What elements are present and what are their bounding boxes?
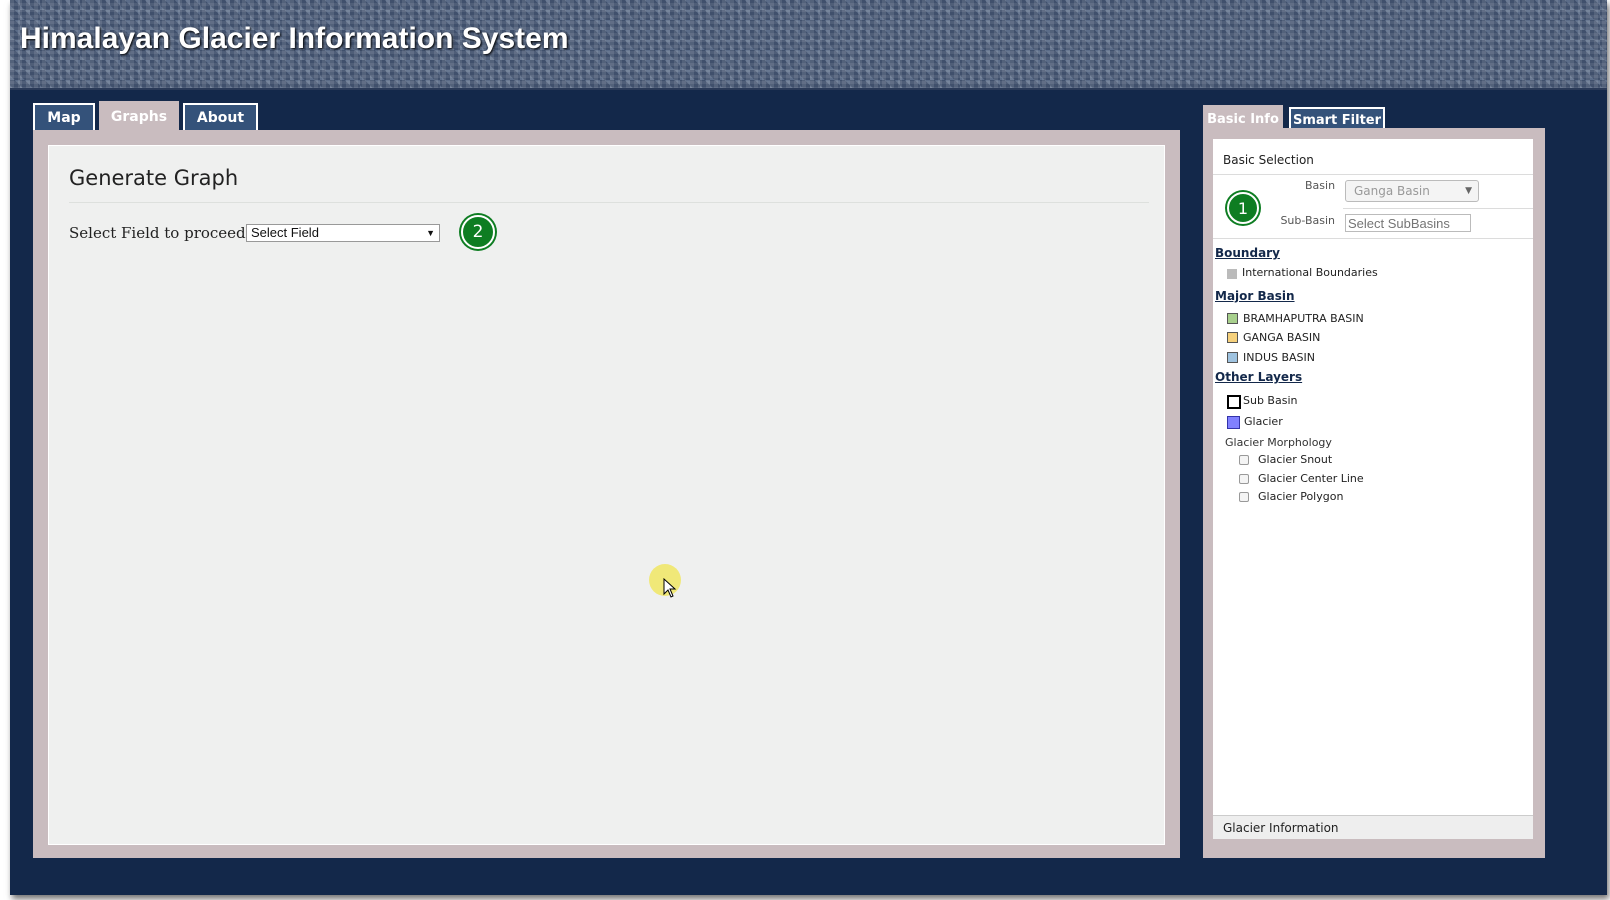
- legend-item-label: INDUS BASIN: [1243, 351, 1315, 364]
- app-title: Himalayan Glacier Information System: [20, 22, 569, 55]
- legend-item-label: International Boundaries: [1242, 266, 1378, 279]
- legend-item-label: Sub Basin: [1243, 393, 1298, 407]
- basin-select[interactable]: Ganga Basin ▼: [1345, 180, 1479, 202]
- checkbox-label: Glacier Polygon: [1258, 490, 1344, 503]
- checkbox-label: Glacier Snout: [1258, 453, 1333, 466]
- major-basin-heading: Major Basin: [1215, 289, 1295, 303]
- main-panel: Generate Graph Select Field to proceed :…: [33, 130, 1180, 858]
- glacier-morphology-label: Glacier Morphology: [1225, 436, 1332, 449]
- ganga-swatch: [1227, 332, 1238, 343]
- legend-item-ganga: GANGA BASIN: [1227, 331, 1320, 344]
- other-layers-heading: Other Layers: [1215, 370, 1303, 384]
- legend-item-label: GANGA BASIN: [1243, 331, 1321, 344]
- tab-map[interactable]: Map: [33, 103, 95, 131]
- dropdown-arrow-icon: ▼: [426, 228, 435, 238]
- legend-item-glacier: Glacier: [1227, 413, 1283, 429]
- graph-panel: Generate Graph Select Field to proceed :…: [48, 145, 1165, 845]
- indus-swatch: [1227, 352, 1238, 363]
- subbasin-input[interactable]: [1345, 214, 1471, 232]
- step-badge-1: 1: [1227, 192, 1259, 224]
- bramhaputra-swatch: [1227, 313, 1238, 324]
- select-field-dropdown[interactable]: Select Field ▼: [246, 224, 440, 242]
- legend-item-international-boundaries: International Boundaries: [1227, 266, 1378, 279]
- app-frame: Himalayan Glacier Information System Map…: [10, 0, 1607, 895]
- glacier-polygon-checkbox[interactable]: [1239, 491, 1249, 502]
- select-field-value: Select Field: [251, 225, 319, 240]
- basic-info-panel: Basic Selection 1 Basin Ganga Basin ▼ Su…: [1213, 139, 1533, 839]
- glacier-snout-checkbox[interactable]: [1239, 454, 1249, 465]
- boundary-swatch: [1227, 269, 1237, 279]
- tab-about[interactable]: About: [183, 103, 258, 131]
- dropdown-arrow-icon: ▼: [1465, 186, 1472, 196]
- legend-item-label: Glacier: [1244, 414, 1283, 428]
- morphology-item-glacier-snout[interactable]: Glacier Snout: [1239, 453, 1332, 466]
- tab-graphs[interactable]: Graphs: [99, 101, 179, 131]
- sub-basin-swatch: [1227, 395, 1241, 409]
- glacier-center-line-checkbox[interactable]: [1239, 473, 1249, 484]
- divider: [1213, 174, 1533, 175]
- divider: [1213, 238, 1533, 239]
- mouse-cursor-icon: [663, 578, 677, 598]
- app-header: Himalayan Glacier Information System: [10, 0, 1607, 90]
- basic-selection-title: Basic Selection: [1223, 153, 1314, 167]
- side-panel: Basic Selection 1 Basin Ganga Basin ▼ Su…: [1203, 128, 1545, 858]
- legend-item-indus: INDUS BASIN: [1227, 351, 1315, 364]
- glacier-swatch: [1227, 416, 1240, 429]
- glacier-information-bar[interactable]: Glacier Information: [1213, 815, 1533, 839]
- boundary-heading: Boundary: [1215, 246, 1280, 260]
- legend-item-label: BRAMHAPUTRA BASIN: [1243, 312, 1364, 325]
- title-divider: [69, 202, 1149, 203]
- divider: [1343, 208, 1533, 209]
- basin-label: Basin: [1305, 179, 1336, 192]
- page-title: Generate Graph: [69, 166, 239, 190]
- morphology-item-glacier-polygon[interactable]: Glacier Polygon: [1239, 490, 1343, 503]
- legend-item-bramhaputra: BRAMHAPUTRA BASIN: [1227, 312, 1364, 325]
- basin-select-value: Ganga Basin: [1354, 184, 1430, 198]
- step-badge-2: 2: [461, 215, 495, 249]
- checkbox-label: Glacier Center Line: [1258, 472, 1364, 485]
- legend-item-sub-basin: Sub Basin: [1227, 391, 1297, 409]
- subbasin-label: Sub-Basin: [1280, 214, 1335, 227]
- morphology-item-glacier-center-line[interactable]: Glacier Center Line: [1239, 472, 1364, 485]
- select-field-label: Select Field to proceed :: [69, 224, 256, 242]
